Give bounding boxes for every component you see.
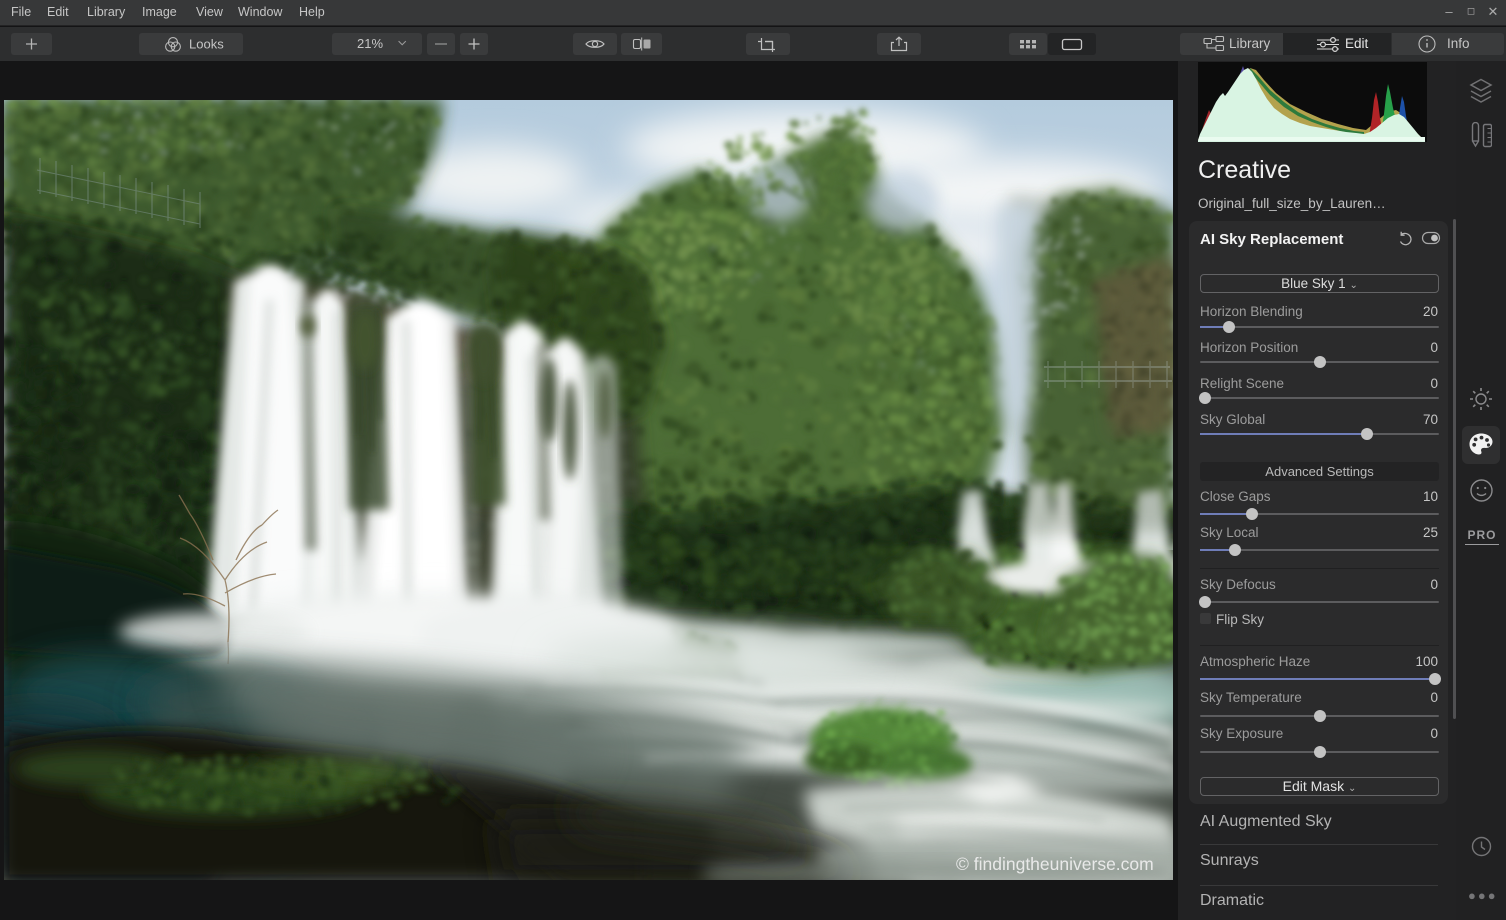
svg-text:Looks: Looks [189, 37, 224, 52]
